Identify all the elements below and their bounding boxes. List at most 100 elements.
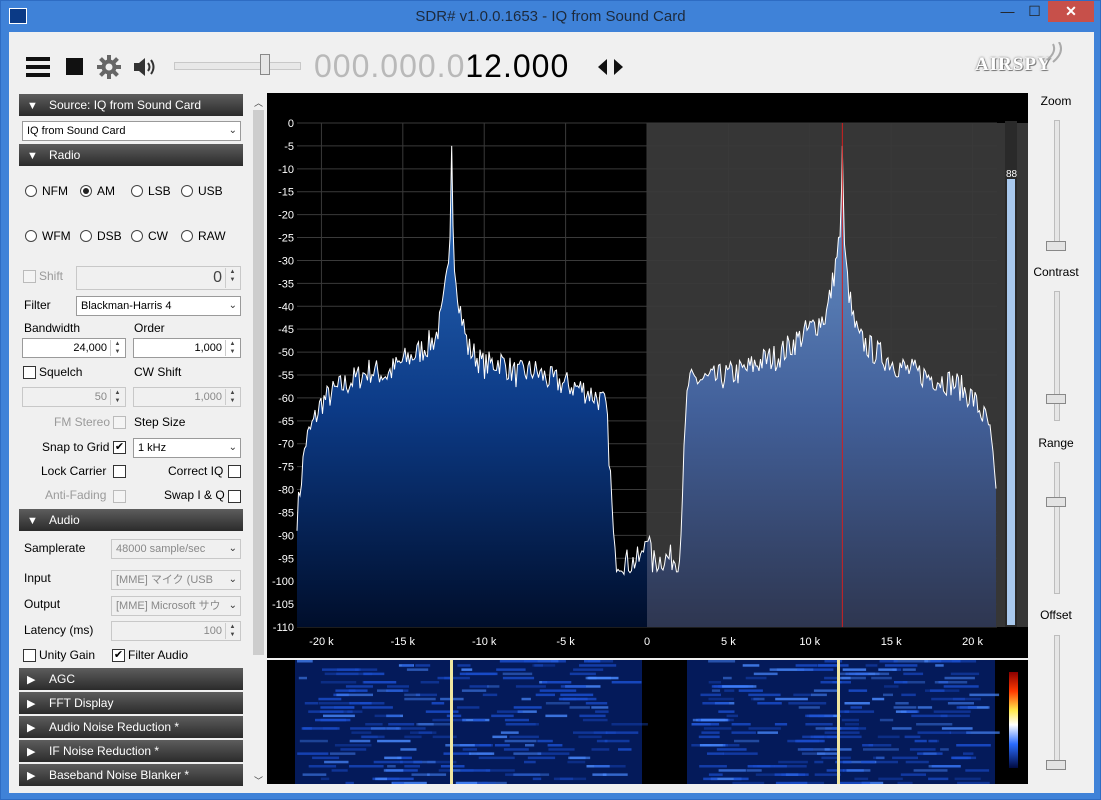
bandwidth-input[interactable]: 24,000 ▲ ▼ <box>22 338 126 358</box>
waterfall-speckle <box>844 710 875 713</box>
minimize-button[interactable]: — <box>994 1 1021 22</box>
squelch-checkbox[interactable] <box>23 366 36 379</box>
waterfall-speckle <box>401 664 414 667</box>
contrast-slider-thumb[interactable] <box>1046 394 1066 404</box>
waterfall-speckle <box>925 689 960 692</box>
fm-stereo-checkbox[interactable] <box>113 416 126 429</box>
filter-select[interactable]: Blackman-Harris 4 ⌄ <box>76 296 241 316</box>
section-audio-header[interactable]: ▼ Audio <box>19 509 243 531</box>
zoom-slider-track[interactable] <box>1054 120 1060 250</box>
waterfall-speckle <box>699 744 726 747</box>
source-select[interactable]: IQ from Sound Card ⌄ <box>22 121 241 141</box>
y-tick-label: -15 <box>278 187 294 199</box>
offset-slider-thumb[interactable] <box>1046 760 1066 770</box>
section-audio-noise-reduction-header[interactable]: ▶ Audio Noise Reduction * <box>19 716 243 738</box>
y-tick-label: -25 <box>278 233 294 245</box>
waterfall-speckle <box>802 735 825 739</box>
zoom-slider-thumb[interactable] <box>1046 241 1066 251</box>
waterfall-speckle <box>928 765 961 768</box>
waterfall-speckle <box>718 710 735 713</box>
radio-dsb[interactable] <box>80 230 92 242</box>
close-button[interactable]: ✕ <box>1048 1 1094 22</box>
radio-am[interactable] <box>80 185 92 197</box>
waterfall-speckle <box>392 781 405 784</box>
section-baseband-noise-blanker-header[interactable]: ▶ Baseband Noise Blanker * <box>19 764 243 786</box>
stop-icon[interactable] <box>66 58 84 79</box>
waterfall-speckle <box>494 744 510 747</box>
gear-icon[interactable] <box>97 55 121 82</box>
tune-arrows-icon[interactable] <box>598 59 624 78</box>
section-source-header[interactable]: ▼ Source: IQ from Sound Card <box>19 94 243 116</box>
volume-slider-track[interactable] <box>174 62 301 70</box>
waterfall-speckle <box>703 777 718 781</box>
anti-fading-checkbox[interactable] <box>113 490 126 503</box>
waterfall-speckle <box>383 769 404 772</box>
latency-input[interactable]: 100 ▲ ▼ <box>111 621 241 641</box>
radio-raw-label: RAW <box>198 229 226 243</box>
frequency-display[interactable]: 000.000.012.000 <box>314 48 569 85</box>
waterfall-speckle <box>775 697 808 701</box>
freq-cursor-digit[interactable]: 0 <box>513 48 532 84</box>
output-device-select[interactable]: [MME] Microsoft サウ ⌄ <box>111 596 241 616</box>
waterfall-speckle <box>894 681 908 684</box>
scrollbar-thumb[interactable] <box>253 110 264 655</box>
waterfall-speckle <box>595 710 609 713</box>
lock-carrier-checkbox[interactable] <box>113 465 126 478</box>
radio-nfm[interactable] <box>25 185 37 197</box>
waterfall-speckle <box>363 672 385 676</box>
radio-cw[interactable] <box>131 230 143 242</box>
speaker-icon[interactable] <box>132 55 160 82</box>
radio-wfm[interactable] <box>25 230 37 242</box>
correct-iq-checkbox[interactable] <box>228 465 241 478</box>
snap-to-grid-checkbox[interactable]: ✔ <box>113 441 126 454</box>
spectrum-display[interactable]: 0 -5 -10 -15 -20 -25 -30 -35 -40 -45 -50 -55 -60 -65 -… <box>267 93 1038 658</box>
contrast-label: Contrast <box>1033 265 1079 279</box>
radio-raw[interactable] <box>181 230 193 242</box>
offset-slider-track[interactable] <box>1054 635 1060 769</box>
range-slider-thumb[interactable] <box>1046 497 1066 507</box>
latency-label: Latency (ms) <box>24 623 94 637</box>
waterfall-display[interactable] <box>267 660 1028 784</box>
section-radio-header[interactable]: ▼ Radio <box>19 144 243 166</box>
squelch-input[interactable]: 50 ▲ ▼ <box>22 387 126 407</box>
shift-checkbox[interactable] <box>23 270 36 283</box>
step-size-select[interactable]: 1 kHz ⌄ <box>133 438 241 458</box>
section-if-noise-reduction-header[interactable]: ▶ IF Noise Reduction * <box>19 740 243 762</box>
unity-gain-checkbox[interactable] <box>23 649 36 662</box>
scroll-down-icon[interactable]: ﹀ <box>254 774 263 787</box>
swap-iq-checkbox[interactable] <box>228 490 241 503</box>
left-panel-scrollbar[interactable]: ︿ ﹀ <box>252 98 265 788</box>
waterfall-speckle <box>535 693 555 697</box>
title-bar[interactable]: SDR# v1.0.0.1653 - IQ from Sound Card — … <box>1 1 1100 32</box>
shift-input[interactable]: 0 ▲ ▼ <box>76 266 241 290</box>
waterfall-speckle <box>515 685 546 688</box>
section-fft-display-header[interactable]: ▶ FFT Display <box>19 692 243 714</box>
fm-stereo-label: FM Stereo <box>54 415 111 429</box>
filter-audio-checkbox[interactable]: ✔ <box>112 649 125 662</box>
radio-usb[interactable] <box>181 185 193 197</box>
spectrum-chart[interactable]: 0 -5 -10 -15 -20 -25 -30 -35 -40 -45 -50 -55 -60 -65 -… <box>267 93 1038 658</box>
waterfall-speckle <box>318 702 351 705</box>
input-device-select[interactable]: [MME] マイク (USB A⌄ <box>111 570 241 590</box>
maximize-button[interactable]: ☐ <box>1021 1 1048 22</box>
samplerate-select[interactable]: 48000 sample/sec ⌄ <box>111 539 241 559</box>
waterfall-speckle <box>911 714 948 718</box>
waterfall-speckle <box>861 760 875 764</box>
waterfall-speckle <box>503 748 529 751</box>
scroll-up-icon[interactable]: ︿ <box>254 96 263 109</box>
menu-icon[interactable] <box>26 56 50 81</box>
range-slider-track[interactable] <box>1054 462 1060 594</box>
waterfall-speckle <box>370 727 401 730</box>
cw-shift-input[interactable]: 1,000 ▲ ▼ <box>133 387 241 407</box>
order-input[interactable]: 1,000 ▲ ▼ <box>133 338 241 358</box>
radio-lsb[interactable] <box>131 185 143 197</box>
waterfall-speckle <box>446 714 462 718</box>
y-tick-label: -40 <box>278 301 294 313</box>
waterfall-speckle <box>523 660 559 663</box>
radio-cw-label: CW <box>148 229 168 243</box>
waterfall-speckle <box>388 689 403 692</box>
volume-slider-thumb[interactable] <box>260 54 270 75</box>
waterfall-carrier-left <box>450 660 453 784</box>
section-agc-header[interactable]: ▶ AGC <box>19 668 243 690</box>
waterfall-speckle <box>854 777 869 781</box>
